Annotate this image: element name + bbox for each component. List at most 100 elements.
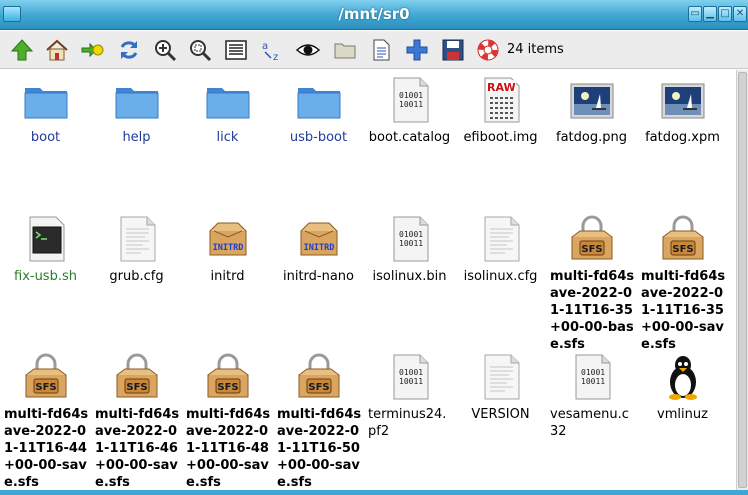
details-view-button[interactable] <box>224 38 248 62</box>
locked-package-icon: SFS <box>659 215 707 263</box>
file-item-multi-fd64save-2022-01-11t16-44-00-00-save-sfs[interactable]: SFS multi-fd64save-2022-01-11T16-44+00-00… <box>0 353 91 490</box>
file-item-grub-cfg[interactable]: grub.cfg <box>91 215 182 285</box>
file-item-version[interactable]: VERSION <box>455 353 546 423</box>
select-folder-button[interactable] <box>333 38 357 62</box>
file-label: vesamenu.c32 <box>550 407 629 439</box>
lifebuoy-icon <box>477 39 499 61</box>
image-file-icon <box>568 76 616 124</box>
svg-text:SFS: SFS <box>672 244 693 255</box>
file-label: lick <box>216 130 239 145</box>
text-file-icon <box>477 353 525 401</box>
file-item-initrd-nano[interactable]: INITRD initrd-nano <box>273 215 364 285</box>
svg-text:INITRD: INITRD <box>303 243 334 253</box>
zoom-fit-button[interactable] <box>188 38 212 62</box>
document-icon <box>373 39 390 61</box>
vertical-scrollbar[interactable] <box>736 70 748 490</box>
sort-button[interactable]: az <box>260 38 284 62</box>
binary-file-icon: 01001 10011 <box>568 353 616 401</box>
plus-icon <box>406 39 428 61</box>
refresh-icon <box>120 41 138 59</box>
file-item-fix-usb-sh[interactable]: fix-usb.sh <box>0 215 91 285</box>
refresh-button[interactable] <box>117 38 141 62</box>
folder-icon <box>204 76 252 124</box>
home-button[interactable] <box>45 38 69 62</box>
file-item-multi-fd64save-2022-01-11t16-48-00-00-save-sfs[interactable]: SFS multi-fd64save-2022-01-11T16-48+00-00… <box>182 353 273 490</box>
image-file-icon <box>659 76 707 124</box>
toolbar: az 24 items <box>0 31 748 69</box>
file-item-fatdog-xpm[interactable]: fatdog.xpm <box>637 76 728 146</box>
file-info-button[interactable] <box>369 38 393 62</box>
new-button[interactable] <box>405 38 429 62</box>
svg-text:10011: 10011 <box>399 377 423 386</box>
home-icon <box>46 39 68 61</box>
file-label: usb-boot <box>289 130 348 145</box>
svg-text:10011: 10011 <box>399 239 423 248</box>
file-item-efiboot-img[interactable]: RAW efiboot.img <box>455 76 546 146</box>
file-label: multi-fd64save-2022-01-11T16-50+00-00-sa… <box>277 407 362 490</box>
minimize-button[interactable]: ▁ <box>703 6 717 22</box>
binary-file-icon: 01001 10011 <box>386 215 434 263</box>
scrollbar-thumb[interactable] <box>738 72 747 488</box>
file-item-isolinux-cfg[interactable]: isolinux.cfg <box>455 215 546 285</box>
zoom-fit-icon <box>190 40 212 62</box>
file-item-usb-boot[interactable]: usb-boot <box>273 76 364 146</box>
svg-text:SFS: SFS <box>35 382 56 393</box>
file-item-fatdog-png[interactable]: fatdog.png <box>546 76 637 146</box>
file-label: multi-fd64save-2022-01-11T16-35+00-00-sa… <box>641 269 726 352</box>
up-arrow-icon <box>10 39 34 61</box>
sort-az-icon: az <box>262 41 278 62</box>
file-item-boot-catalog[interactable]: 01001 10011 boot.catalog <box>364 76 455 146</box>
help-button[interactable] <box>476 38 500 62</box>
file-item-terminus24-pf2[interactable]: 01001 10011 terminus24.pf2 <box>364 353 455 440</box>
file-item-multi-fd64save-2022-01-11t16-50-00-00-save-sfs[interactable]: SFS multi-fd64save-2022-01-11T16-50+00-00… <box>273 353 364 490</box>
maximize-button[interactable]: □ <box>718 6 732 22</box>
goto-bookmark-button[interactable] <box>80 38 104 62</box>
svg-text:01001: 01001 <box>581 368 605 377</box>
file-label: help <box>122 130 151 145</box>
file-label: fatdog.png <box>556 130 627 145</box>
file-label: VERSION <box>471 407 530 422</box>
svg-text:SFS: SFS <box>308 382 329 393</box>
file-label: isolinux.bin <box>372 269 447 284</box>
window-frame-bottom <box>0 490 748 495</box>
folder-icon <box>295 76 343 124</box>
details-view-icon <box>225 40 247 60</box>
save-button[interactable] <box>441 38 465 62</box>
file-item-isolinux-bin[interactable]: 01001 10011 isolinux.bin <box>364 215 455 285</box>
file-item-help[interactable]: help <box>91 76 182 146</box>
terminal-script-icon <box>22 215 70 263</box>
file-label: fatdog.xpm <box>645 130 720 145</box>
shade-button[interactable]: ▭ <box>688 6 702 22</box>
svg-text:SFS: SFS <box>581 244 602 255</box>
file-item-multi-fd64save-2022-01-11t16-35-00-00-save-sfs[interactable]: SFS multi-fd64save-2022-01-11T16-35+00-00… <box>637 215 728 353</box>
file-item-initrd[interactable]: INITRD initrd <box>182 215 273 285</box>
zoom-in-button[interactable] <box>153 38 177 62</box>
file-label: multi-fd64save-2022-01-11T16-46+00-00-sa… <box>95 407 180 490</box>
file-item-lick[interactable]: lick <box>182 76 273 146</box>
folder-icon <box>334 43 356 59</box>
binary-file-icon: 01001 10011 <box>386 353 434 401</box>
title-bar[interactable]: /mnt/sr0 ▭ ▁ □ ✕ <box>0 0 748 30</box>
close-button[interactable]: ✕ <box>733 6 747 22</box>
raw-image-icon: RAW <box>477 76 525 124</box>
file-label: multi-fd64save-2022-01-11T16-35+00-00-ba… <box>550 269 635 352</box>
locked-package-icon: SFS <box>204 353 252 401</box>
file-view[interactable]: boot help lick usb-boot 01001 10011 boot.catal… <box>0 70 736 490</box>
file-item-boot[interactable]: boot <box>0 76 91 146</box>
file-label: efiboot.img <box>463 130 538 145</box>
file-label: terminus24.pf2 <box>368 407 447 439</box>
svg-text:RAW: RAW <box>487 81 516 94</box>
binary-file-icon: 01001 10011 <box>386 76 434 124</box>
show-hidden-button[interactable] <box>296 38 320 62</box>
file-label: boot <box>30 130 61 145</box>
tux-penguin-icon <box>659 353 707 401</box>
file-item-multi-fd64save-2022-01-11t16-35-00-00-base-sfs[interactable]: SFS multi-fd64save-2022-01-11T16-35+00-00… <box>546 215 637 353</box>
file-item-multi-fd64save-2022-01-11t16-46-00-00-save-sfs[interactable]: SFS multi-fd64save-2022-01-11T16-46+00-00… <box>91 353 182 490</box>
file-item-vmlinuz[interactable]: vmlinuz <box>637 353 728 423</box>
floppy-icon <box>442 39 464 61</box>
items-count: 24 items <box>507 42 564 57</box>
up-button[interactable] <box>10 38 34 62</box>
file-label: multi-fd64save-2022-01-11T16-44+00-00-sa… <box>4 407 89 490</box>
text-file-icon <box>113 215 161 263</box>
file-item-vesamenu-c32[interactable]: 01001 10011 vesamenu.c32 <box>546 353 637 440</box>
